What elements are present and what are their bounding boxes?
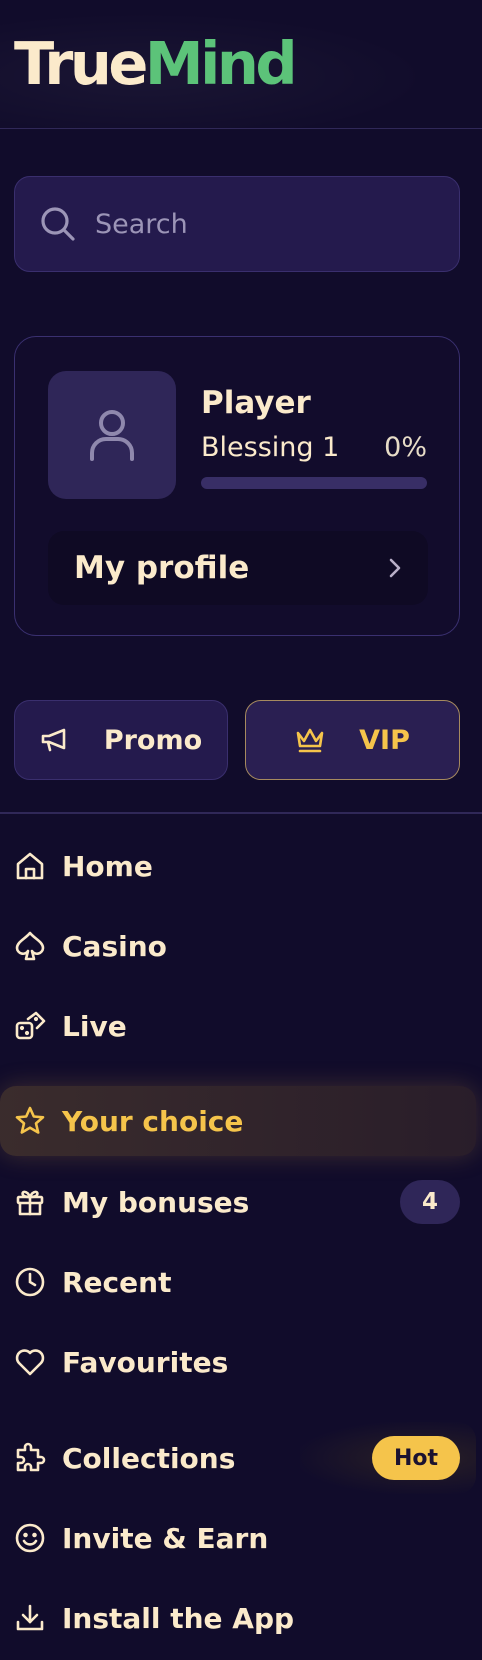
logo-bar: TrueMind — [0, 0, 482, 129]
nav-item-casino[interactable]: Casino — [0, 911, 482, 981]
nav-item-label: My bonuses — [62, 1185, 250, 1219]
avatar[interactable] — [48, 371, 176, 499]
profile-card: Player Blessing 1 0% My profile — [14, 336, 460, 636]
nav-item-home[interactable]: Home — [0, 831, 482, 901]
smile-icon — [13, 1521, 47, 1555]
chevron-right-icon — [389, 558, 401, 578]
nav-item-label: Your choice — [62, 1104, 244, 1138]
promo-button[interactable]: Promo — [14, 700, 228, 780]
nav-item-your-choice[interactable]: Your choice — [0, 1086, 476, 1156]
nav-item-label: Casino — [62, 929, 167, 963]
brand-logo-part-2: Mind — [144, 29, 298, 98]
nav-item-install-app[interactable]: Install the App — [0, 1583, 482, 1653]
level-progress-percent: 0% — [384, 432, 427, 463]
star-icon — [13, 1104, 47, 1138]
dice-icon — [13, 1009, 47, 1043]
megaphone-icon — [41, 728, 66, 752]
bonus-count-badge: 4 — [400, 1180, 460, 1224]
nav-item-label: Recent — [62, 1265, 172, 1299]
home-icon — [13, 849, 47, 883]
promo-label: Promo — [103, 724, 203, 756]
search-icon — [41, 207, 75, 241]
nav-item-label: Favourites — [62, 1345, 229, 1379]
player-level: Blessing 1 — [201, 432, 340, 463]
clock-icon — [13, 1265, 47, 1299]
download-icon — [13, 1601, 47, 1635]
search-box[interactable] — [14, 176, 460, 272]
search-input[interactable] — [95, 208, 415, 240]
brand-logo-part-1: True — [14, 29, 148, 98]
nav-item-live[interactable]: Live — [0, 991, 482, 1061]
level-progress-bar — [201, 477, 427, 489]
brand-logo[interactable]: TrueMind — [14, 28, 298, 100]
my-profile-button[interactable]: My profile — [48, 531, 428, 605]
my-profile-label: My profile — [74, 550, 250, 586]
vip-label: VIP — [359, 724, 410, 756]
spade-icon — [13, 929, 47, 963]
puzzle-icon — [13, 1441, 47, 1475]
player-name: Player — [201, 385, 311, 421]
heart-icon — [13, 1345, 47, 1379]
nav-item-invite-earn[interactable]: Invite & Earn — [0, 1503, 482, 1573]
nav-item-collections[interactable]: Collections Hot — [0, 1423, 482, 1493]
hot-badge: Hot — [372, 1436, 460, 1480]
nav-item-label: Invite & Earn — [62, 1521, 269, 1555]
vip-button[interactable]: VIP — [245, 700, 460, 780]
nav-item-my-bonuses[interactable]: My bonuses 4 — [0, 1167, 482, 1237]
nav-item-label: Live — [62, 1009, 127, 1043]
crown-icon — [296, 728, 324, 753]
nav-item-label: Install the App — [62, 1601, 295, 1635]
nav-item-recent[interactable]: Recent — [0, 1247, 482, 1317]
nav-item-label: Home — [62, 849, 153, 883]
nav-item-label: Collections — [62, 1441, 236, 1475]
nav-item-favourites[interactable]: Favourites — [0, 1327, 482, 1397]
user-icon — [90, 410, 134, 461]
divider — [0, 812, 482, 814]
gift-icon — [13, 1185, 47, 1219]
